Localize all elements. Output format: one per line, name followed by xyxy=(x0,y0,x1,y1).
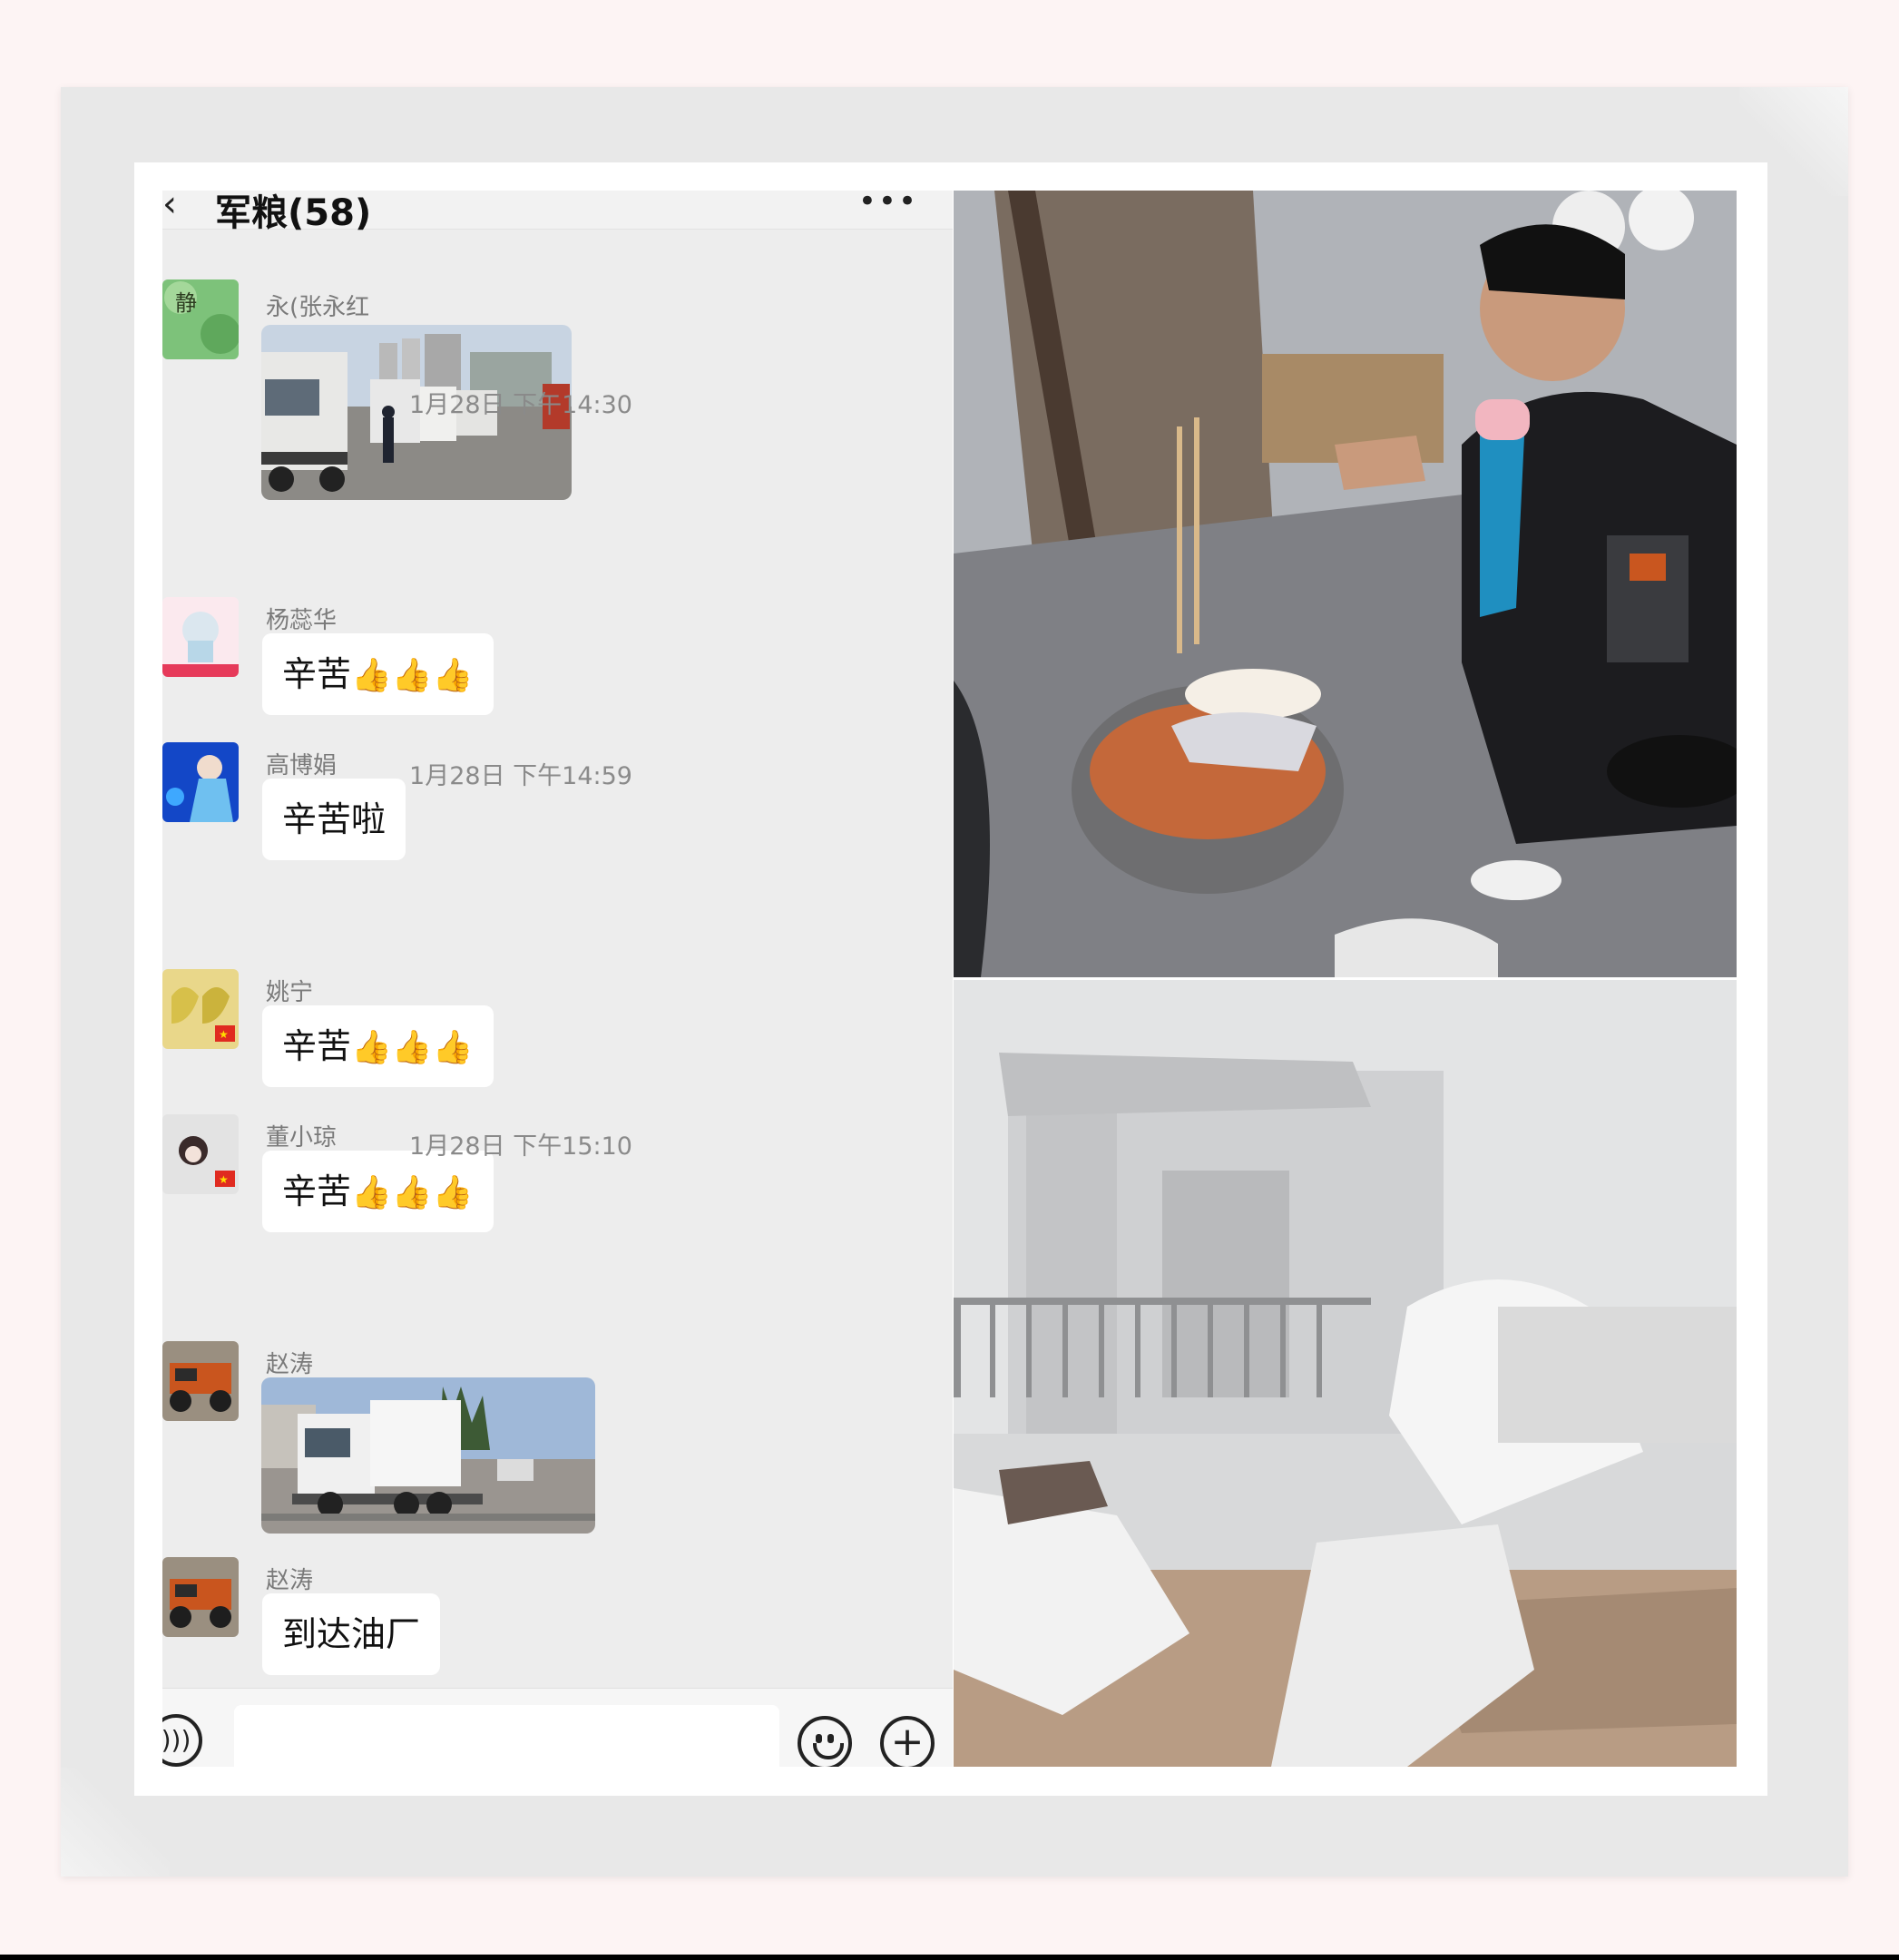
chat-title: 军粮(58) xyxy=(215,192,372,234)
thumbs-up-icon: 👍👍👍 xyxy=(351,657,474,694)
bottom-edge xyxy=(0,1955,1899,1960)
timestamp: 1月28日 下午14:59 xyxy=(409,762,632,790)
avatar[interactable]: ★ xyxy=(162,969,239,1049)
message-text: 辛苦 xyxy=(282,654,352,694)
message-text: 到达油厂 xyxy=(282,1614,421,1654)
svg-text:静: 静 xyxy=(175,290,197,316)
sender-name: 赵涛 xyxy=(266,1567,314,1594)
timestamp: 1月28日 下午15:10 xyxy=(409,1132,632,1161)
avatar[interactable] xyxy=(162,1557,239,1637)
sender-name: 杨蕊华 xyxy=(266,607,338,634)
message-bubble[interactable]: 辛苦👍👍👍 xyxy=(262,1005,494,1087)
message-bubble[interactable]: 到达油厂 xyxy=(262,1593,441,1675)
chat-screenshot: ‹ 军粮(58) ••• 静 永(张永红 1月28日 下午14:30 杨蕊华 辛… xyxy=(162,191,953,1767)
message-text: 辛苦啦 xyxy=(282,799,387,839)
sender-name: 姚宁 xyxy=(266,979,314,1006)
avatar[interactable] xyxy=(162,597,239,677)
bedding-on-floor-photo xyxy=(954,980,1737,1767)
more-dots-icon[interactable]: ••• xyxy=(858,191,918,217)
truck-on-weighbridge-photo[interactable] xyxy=(261,1377,595,1534)
thumbs-up-icon: 👍👍👍 xyxy=(351,1029,474,1066)
svg-text:★: ★ xyxy=(219,1173,229,1186)
message-bubble[interactable]: 辛苦👍👍👍 xyxy=(262,633,494,715)
chevron-left-icon[interactable]: ‹ xyxy=(162,191,188,227)
voice-icon[interactable]: ))) xyxy=(162,1714,202,1767)
chat-input-bar: ))) + xyxy=(162,1688,953,1767)
thumbs-up-icon: 👍👍👍 xyxy=(351,1174,474,1211)
message-text: 辛苦 xyxy=(282,1171,352,1211)
message-text: 辛苦 xyxy=(282,1026,352,1066)
svg-text:★: ★ xyxy=(219,1028,229,1041)
avatar[interactable]: 静 xyxy=(162,279,239,359)
message-bubble[interactable]: 辛苦👍👍👍 xyxy=(262,1151,494,1232)
emoji-icon[interactable] xyxy=(798,1716,852,1767)
sender-name: 赵涛 xyxy=(266,1351,314,1378)
message-input[interactable] xyxy=(234,1705,779,1767)
man-eating-noodles-photo xyxy=(954,191,1737,977)
chat-header: ‹ 军粮(58) ••• xyxy=(162,191,953,234)
sender-name: 永(张永红 xyxy=(266,294,370,321)
avatar[interactable] xyxy=(162,1341,239,1421)
plus-circle-icon[interactable]: + xyxy=(880,1716,935,1767)
timestamp: 1月28日 下午14:30 xyxy=(409,391,632,419)
